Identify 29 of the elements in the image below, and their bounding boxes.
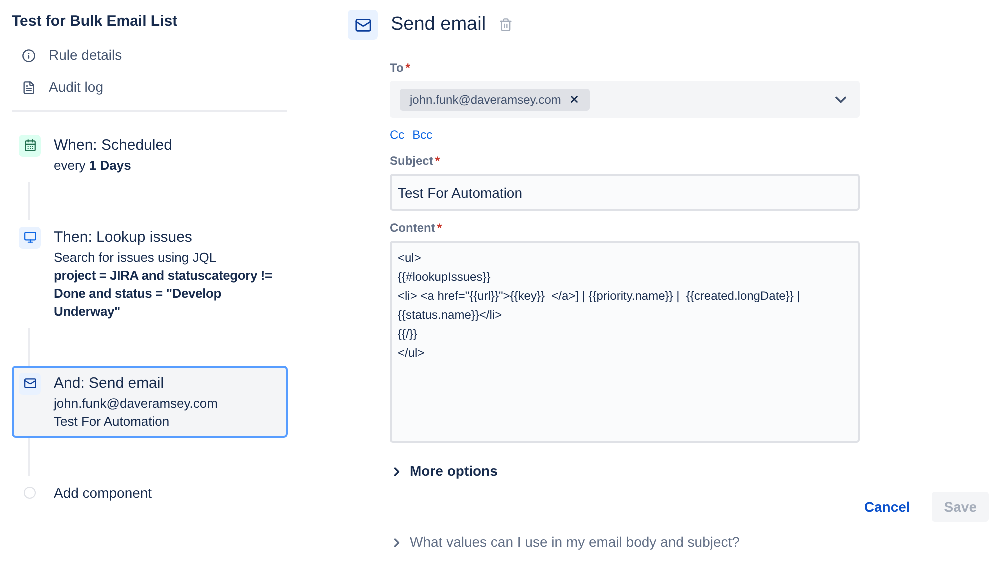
cancel-button[interactable]: Cancel — [852, 492, 922, 522]
required-marker: * — [437, 220, 442, 237]
step-detail: john.funk@daveramsey.com — [54, 394, 218, 412]
editor-title: Send email — [391, 12, 486, 37]
step-detail: Search for issues using JQL — [54, 248, 218, 266]
required-marker: * — [435, 153, 440, 170]
step-detail: Test For Automation — [54, 412, 171, 430]
step-detail: every 1 Days — [54, 156, 132, 174]
rule-step[interactable]: And: Send email john.funk@daveramsey.com Test For Automation — [12, 366, 288, 438]
field-label: Subject — [390, 153, 434, 170]
field-label: To — [390, 60, 404, 77]
step-title: When: Scheduled — [54, 136, 172, 156]
recipient-tag: john.funk@daveramsey.com — [400, 88, 590, 110]
step-title: Add component — [54, 484, 152, 503]
recipient-select[interactable]: john.funk@daveramsey.com — [390, 81, 860, 118]
recipient-link[interactable]: Bcc — [412, 126, 433, 144]
help-toggle[interactable]: What values can I use in my email body and subject? — [390, 532, 740, 553]
field-label: Content — [390, 220, 436, 237]
more-options-toggle[interactable]: More options — [390, 461, 498, 482]
step-detail: project = JIRA and statuscategory != Done and status = "Develop Underway" — [54, 266, 274, 320]
step-title: And: Send email — [54, 374, 166, 394]
recipient-link[interactable]: Cc — [390, 126, 405, 144]
nav-link[interactable]: Audit log — [12, 72, 300, 104]
nav-link[interactable]: Rule details — [12, 40, 300, 72]
content-field[interactable]: <ul> {{#lookupIssues}} <li> <a href="{{url}}">{{key}} </a>] | {{priority.name}} | {{created.longDate}} | {{status.name}}</li> {{/}} </ul> — [390, 241, 860, 443]
subject-field[interactable]: Test For Automation — [390, 174, 860, 211]
required-marker: * — [406, 60, 410, 77]
step-title: Then: Lookup issues — [54, 228, 194, 248]
rule-title: Test for Bulk Email List — [12, 12, 179, 32]
